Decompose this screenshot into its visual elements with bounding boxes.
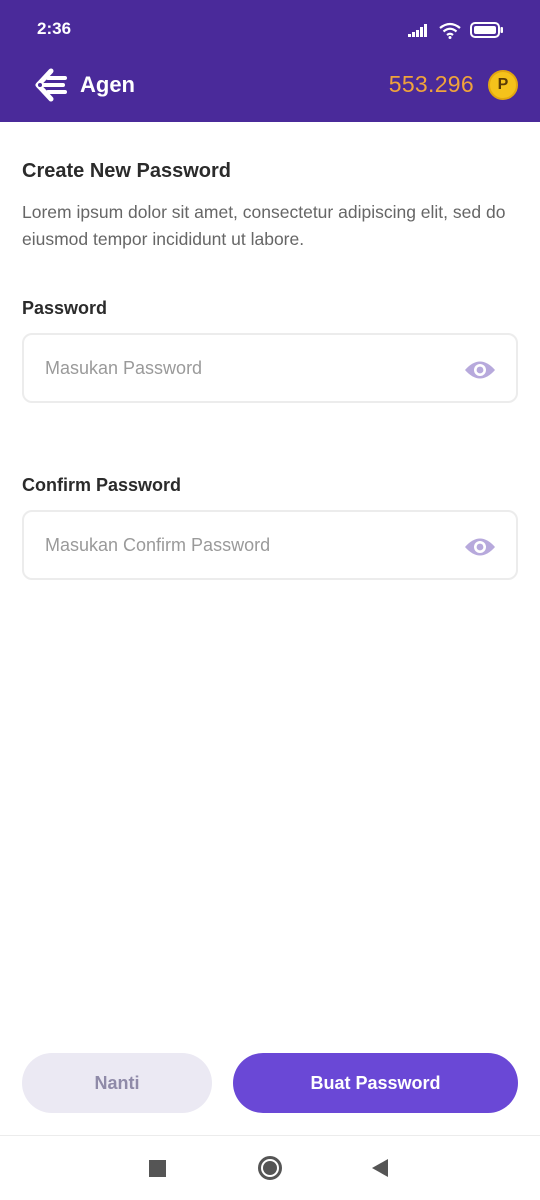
battery-icon xyxy=(470,22,503,38)
status-time: 2:36 xyxy=(37,19,72,38)
password-label: Password xyxy=(22,298,108,318)
back-icon[interactable] xyxy=(372,1159,388,1177)
points-balance[interactable]: 553.296 xyxy=(389,71,474,98)
confirm-password-label: Confirm Password xyxy=(22,475,182,495)
app-bar: Agen 553.296 P xyxy=(0,60,540,122)
password-field[interactable]: Masukan Password xyxy=(22,333,518,403)
coin-icon[interactable]: P xyxy=(488,70,518,100)
signal-icon xyxy=(408,24,427,37)
logo-icon xyxy=(35,68,67,102)
wifi-icon xyxy=(439,22,461,39)
later-button[interactable]: Nanti xyxy=(22,1053,212,1113)
status-bar: 2:36 xyxy=(0,0,540,60)
recents-icon[interactable] xyxy=(149,1160,166,1177)
confirm-password-placeholder: Masukan Confirm Password xyxy=(45,535,271,555)
status-icons xyxy=(408,18,504,42)
password-placeholder: Masukan Password xyxy=(45,358,203,378)
page-title: Create New Password xyxy=(22,160,231,182)
home-icon[interactable] xyxy=(258,1156,282,1180)
eye-icon[interactable] xyxy=(464,359,496,381)
header: 2:36 Agen 553.296 P xyxy=(0,0,540,122)
create-password-button[interactable]: Buat Password xyxy=(233,1053,518,1113)
system-nav-bar xyxy=(0,1135,540,1200)
confirm-password-field[interactable]: Masukan Confirm Password xyxy=(22,510,518,580)
app-title: Agen xyxy=(80,72,135,97)
page-description: Lorem ipsum dolor sit amet, consectetur … xyxy=(22,202,506,249)
eye-icon[interactable] xyxy=(464,536,496,558)
